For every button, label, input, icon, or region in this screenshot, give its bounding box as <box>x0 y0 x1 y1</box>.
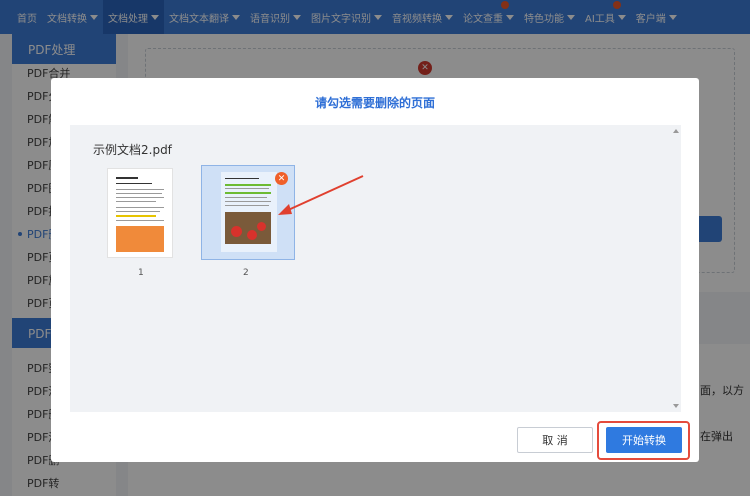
dialog-title: 请勾选需要删除的页面 <box>314 96 435 110</box>
arrow-line <box>285 175 364 212</box>
page-preview-area: 示例文档2.pdf 1 ✕ 2 <box>70 125 681 412</box>
scrollbar[interactable] <box>671 125 681 412</box>
cancel-button[interactable]: 取 消 <box>517 427 593 453</box>
scroll-up-icon[interactable] <box>673 129 679 133</box>
select-pages-dialog: 请勾选需要删除的页面 示例文档2.pdf 1 ✕ 2 取 消 开始转换 <box>51 78 699 462</box>
arrow-head <box>278 204 292 215</box>
start-conversion-button[interactable]: 开始转换 <box>606 427 682 453</box>
annotation-arrow <box>278 175 364 215</box>
scroll-down-icon[interactable] <box>673 404 679 408</box>
